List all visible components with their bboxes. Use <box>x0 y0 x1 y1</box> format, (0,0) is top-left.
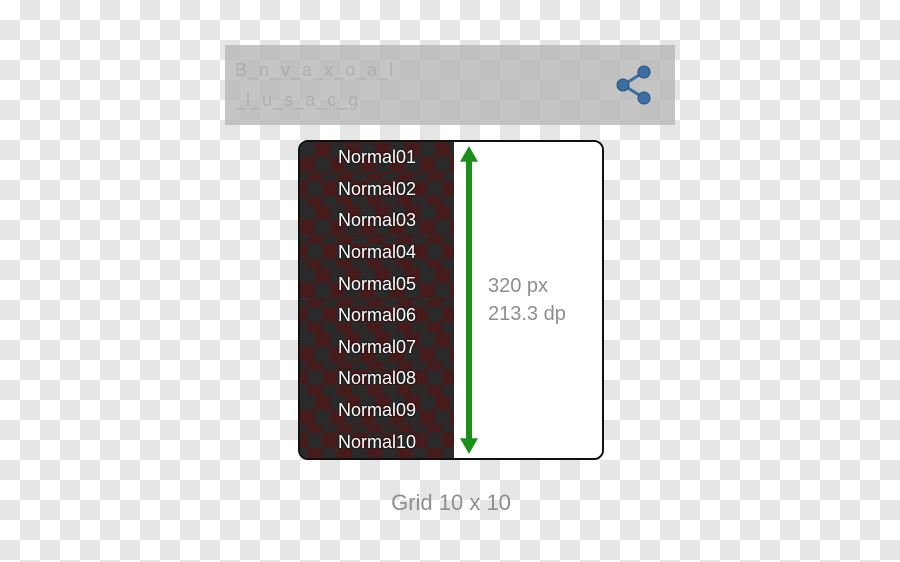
dimension-label: 320 px 213.3 dp <box>488 272 566 328</box>
header-line2: _l_u_s_a_c_g <box>235 85 595 115</box>
list-item[interactable]: Normal05 <box>300 268 454 300</box>
list-item-label: Normal07 <box>338 337 416 358</box>
list-item[interactable]: Normal04 <box>300 237 454 269</box>
list-item-label: Normal04 <box>338 242 416 263</box>
list-item-label: Normal05 <box>338 274 416 295</box>
list-item-label: Normal02 <box>338 179 416 200</box>
preview-card: Normal01 Normal02 Normal03 Normal04 Norm… <box>298 140 604 460</box>
dimension-pane: 320 px 213.3 dp <box>454 142 602 458</box>
list-item[interactable]: Normal06 <box>300 300 454 332</box>
list-item[interactable]: Normal03 <box>300 205 454 237</box>
list-item[interactable]: Normal09 <box>300 395 454 427</box>
header-line1: B_n_v_a_x_o_a_l <box>235 55 595 85</box>
list-item[interactable]: Normal08 <box>300 363 454 395</box>
list-item-label: Normal03 <box>338 210 416 231</box>
vertical-dimension-arrow-icon <box>460 146 478 454</box>
dimension-px: 320 px <box>488 272 566 300</box>
list-item-label: Normal01 <box>338 147 416 168</box>
list-item[interactable]: Normal07 <box>300 332 454 364</box>
list-item-label: Normal10 <box>338 432 416 453</box>
caption-text: Grid 10 x 10 <box>298 490 604 516</box>
list-item[interactable]: Normal02 <box>300 174 454 206</box>
dimension-dp: 213.3 dp <box>488 300 566 328</box>
list-pane: Normal01 Normal02 Normal03 Normal04 Norm… <box>300 142 454 458</box>
header-faded-text: B_n_v_a_x_o_a_l _l_u_s_a_c_g <box>235 55 595 115</box>
list-item[interactable]: Normal01 <box>300 142 454 174</box>
share-button[interactable] <box>611 62 657 108</box>
list-item-label: Normal08 <box>338 368 416 389</box>
list-item-label: Normal06 <box>338 305 416 326</box>
share-icon <box>611 62 657 108</box>
list-item[interactable]: Normal10 <box>300 426 454 458</box>
header-bar: B_n_v_a_x_o_a_l _l_u_s_a_c_g <box>225 45 675 125</box>
list-item-label: Normal09 <box>338 400 416 421</box>
